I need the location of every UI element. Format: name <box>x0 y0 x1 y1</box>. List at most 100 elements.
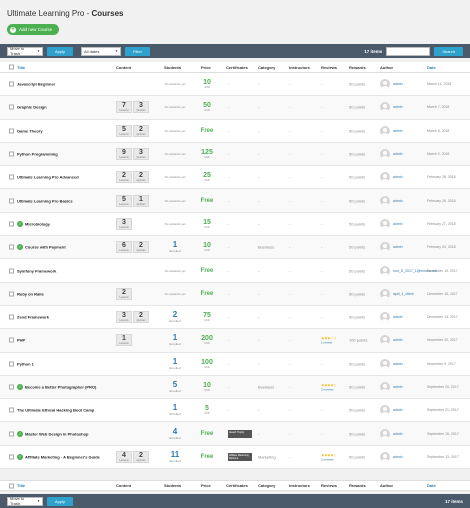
avatar <box>380 382 390 392</box>
reviews-link[interactable]: 2 reviews <box>321 388 336 392</box>
reviews-link[interactable]: 1 review <box>321 341 336 345</box>
course-title-link[interactable]: Zend Framework <box>17 315 49 320</box>
course-title-link[interactable]: PHP <box>17 338 25 343</box>
author-link[interactable]: admin <box>393 222 403 226</box>
published-check-icon: ✓ <box>17 384 23 390</box>
filter-button[interactable]: Filter <box>125 46 150 56</box>
course-title-link[interactable]: Become a Better Photographer (PRO) <box>25 385 96 390</box>
author-link[interactable]: admin <box>393 338 403 342</box>
table-row[interactable]: ✓ Master Web Design in Photoshop 4 Enrolled… <box>0 422 470 446</box>
date-filter-select[interactable]: All dates ▼ <box>81 46 122 56</box>
row-checkbox[interactable] <box>9 268 14 274</box>
col-title[interactable]: Title <box>17 483 25 488</box>
row-checkbox[interactable] <box>9 407 14 413</box>
table-row[interactable]: ✓ Microbiology 3 Lessons No students yet 15 US… <box>0 212 470 237</box>
course-title-link[interactable]: Course with Payment <box>25 245 66 250</box>
author-link[interactable]: admin <box>393 199 403 203</box>
row-checkbox[interactable] <box>9 314 14 320</box>
row-checkbox[interactable] <box>9 361 14 367</box>
author-cell: admin <box>380 218 403 229</box>
apply-button[interactable]: Apply <box>47 46 74 56</box>
course-title-link[interactable]: The Ultimate Ethical Hacking Boot Camp <box>17 408 94 413</box>
author-link[interactable]: admin <box>393 245 403 249</box>
course-title-link[interactable]: Graphic Design <box>17 105 47 110</box>
table-row[interactable]: Zend Framework 3 Lessons 2 Quizzes 2 Enrolled 7… <box>0 305 470 330</box>
avatar <box>380 242 390 253</box>
certificate-value: - <box>228 337 230 343</box>
course-title-link[interactable]: Game Theory <box>17 128 43 133</box>
table-row[interactable]: Python 1 1 Enrolled 100 USD - - - - 50 points admi… <box>0 352 470 376</box>
row-checkbox[interactable] <box>9 174 14 180</box>
course-title-link[interactable]: Microbiology <box>25 221 50 226</box>
select-all-checkbox[interactable] <box>9 64 14 70</box>
row-checkbox[interactable] <box>9 198 14 204</box>
table-row[interactable]: Game Theory 5 Lessons 2 Quizzes No students y… <box>0 119 470 143</box>
course-price: 15 USD <box>203 218 211 229</box>
table-row[interactable]: ✓ Course with Payment 6 Lessons 2 Quizzes 1 Enr… <box>0 236 470 260</box>
course-title-link[interactable]: Javascript Beginner <box>17 82 55 87</box>
search-input[interactable] <box>386 46 431 56</box>
course-title-link[interactable]: Ruby on Rails <box>17 291 44 296</box>
table-row[interactable]: ✓ Affiliate Marketing - A Beginner's Guid… <box>0 445 470 470</box>
select-all-checkbox[interactable] <box>9 483 14 488</box>
table-row[interactable]: Ruby on Rails 2 Lessons No students yet Free… <box>0 282 470 306</box>
col-author: Author <box>380 64 394 70</box>
author-link[interactable]: admin <box>393 432 403 436</box>
table-row[interactable]: Ultimate Learning Pro Basics 5 Lessons 1 Qui… <box>0 189 470 213</box>
col-title[interactable]: Title <box>17 65 25 70</box>
row-checkbox[interactable] <box>9 244 14 250</box>
table-row[interactable]: PHP 1 Lessons 1 Enrolled 200 USD - - - ★★★☆☆ 1 revi… <box>0 329 470 353</box>
col-author: Author <box>380 483 394 488</box>
row-checkbox[interactable] <box>9 221 14 227</box>
row-checkbox[interactable] <box>9 151 14 157</box>
add-new-course-button[interactable]: + Add new Course <box>7 24 60 35</box>
author-link[interactable]: admin <box>393 408 403 412</box>
bulk-action-select[interactable]: Move to Trash ▼ <box>7 46 43 56</box>
table-row[interactable]: Javascript Beginner No students yet 10 USD -… <box>0 73 470 97</box>
course-title-link[interactable]: Python 1 <box>17 361 34 366</box>
table-row[interactable]: Python Programming 9 Lessons 3 Quizzes No stu… <box>0 142 470 167</box>
author-link[interactable]: admin <box>393 129 403 133</box>
author-link[interactable]: admin <box>393 152 403 156</box>
table-row[interactable]: The Ultimate Ethical Hacking Boot Camp 1 E… <box>0 399 470 423</box>
course-title-link[interactable]: Symfony Framework <box>17 268 56 273</box>
search-button[interactable]: Search <box>434 46 463 56</box>
apply-button-bottom[interactable]: Apply <box>47 496 74 506</box>
col-date[interactable]: Date <box>427 483 436 488</box>
row-checkbox[interactable] <box>9 431 14 437</box>
row-checkbox[interactable] <box>9 337 14 343</box>
author-link[interactable]: admin <box>393 82 403 86</box>
reviews-link[interactable]: 2 reviews <box>321 457 336 461</box>
author-link[interactable]: admin <box>393 385 403 389</box>
course-title-link[interactable]: Affiliate Marketing - A Beginner's Guide <box>25 454 100 459</box>
author-link[interactable]: admin <box>393 455 403 459</box>
category-value: - <box>258 104 260 110</box>
course-table-body: Javascript Beginner No students yet 10 USD -… <box>0 73 470 470</box>
row-checkbox[interactable] <box>9 384 14 390</box>
course-title-link[interactable]: Python Programming <box>17 152 58 157</box>
course-content: 4 Lessons 2 Quizzes <box>116 450 149 463</box>
category-value: - <box>258 151 260 157</box>
course-title-link[interactable]: Ultimate Learning Pro Advanced <box>17 175 79 180</box>
bulk-action-select-bottom[interactable]: Move to Trash ▼ <box>7 496 43 506</box>
course-price: 50 USD <box>203 102 211 113</box>
row-checkbox[interactable] <box>9 81 14 87</box>
instructors-value: - <box>289 244 291 250</box>
row-checkbox[interactable] <box>9 128 14 134</box>
row-checkbox[interactable] <box>9 104 14 110</box>
course-title-link[interactable]: Master Web Design in Photoshop <box>25 431 89 436</box>
col-date[interactable]: Date <box>427 65 436 70</box>
author-link[interactable]: april_1_client <box>393 292 414 296</box>
table-row[interactable]: Graphic Design 7 Lessons 3 Quizzes No student… <box>0 96 470 120</box>
course-title-link[interactable]: Ultimate Learning Pro Basics <box>17 198 73 203</box>
table-row[interactable]: Symfony Framework No students yet Free - - - -… <box>0 259 470 283</box>
author-link[interactable]: admin <box>393 362 403 366</box>
table-row[interactable]: Ultimate Learning Pro Advanced 2 Lessons 2 Q… <box>0 166 470 190</box>
row-checkbox[interactable] <box>9 454 14 460</box>
author-link[interactable]: admin <box>393 105 403 109</box>
row-checkbox[interactable] <box>9 291 14 297</box>
author-link[interactable]: admin <box>393 315 403 319</box>
avatar <box>380 428 390 439</box>
author-link[interactable]: admin <box>393 175 403 179</box>
table-row[interactable]: ✓ Become a Better Photographer (PRO) 5 Enro… <box>0 375 470 400</box>
